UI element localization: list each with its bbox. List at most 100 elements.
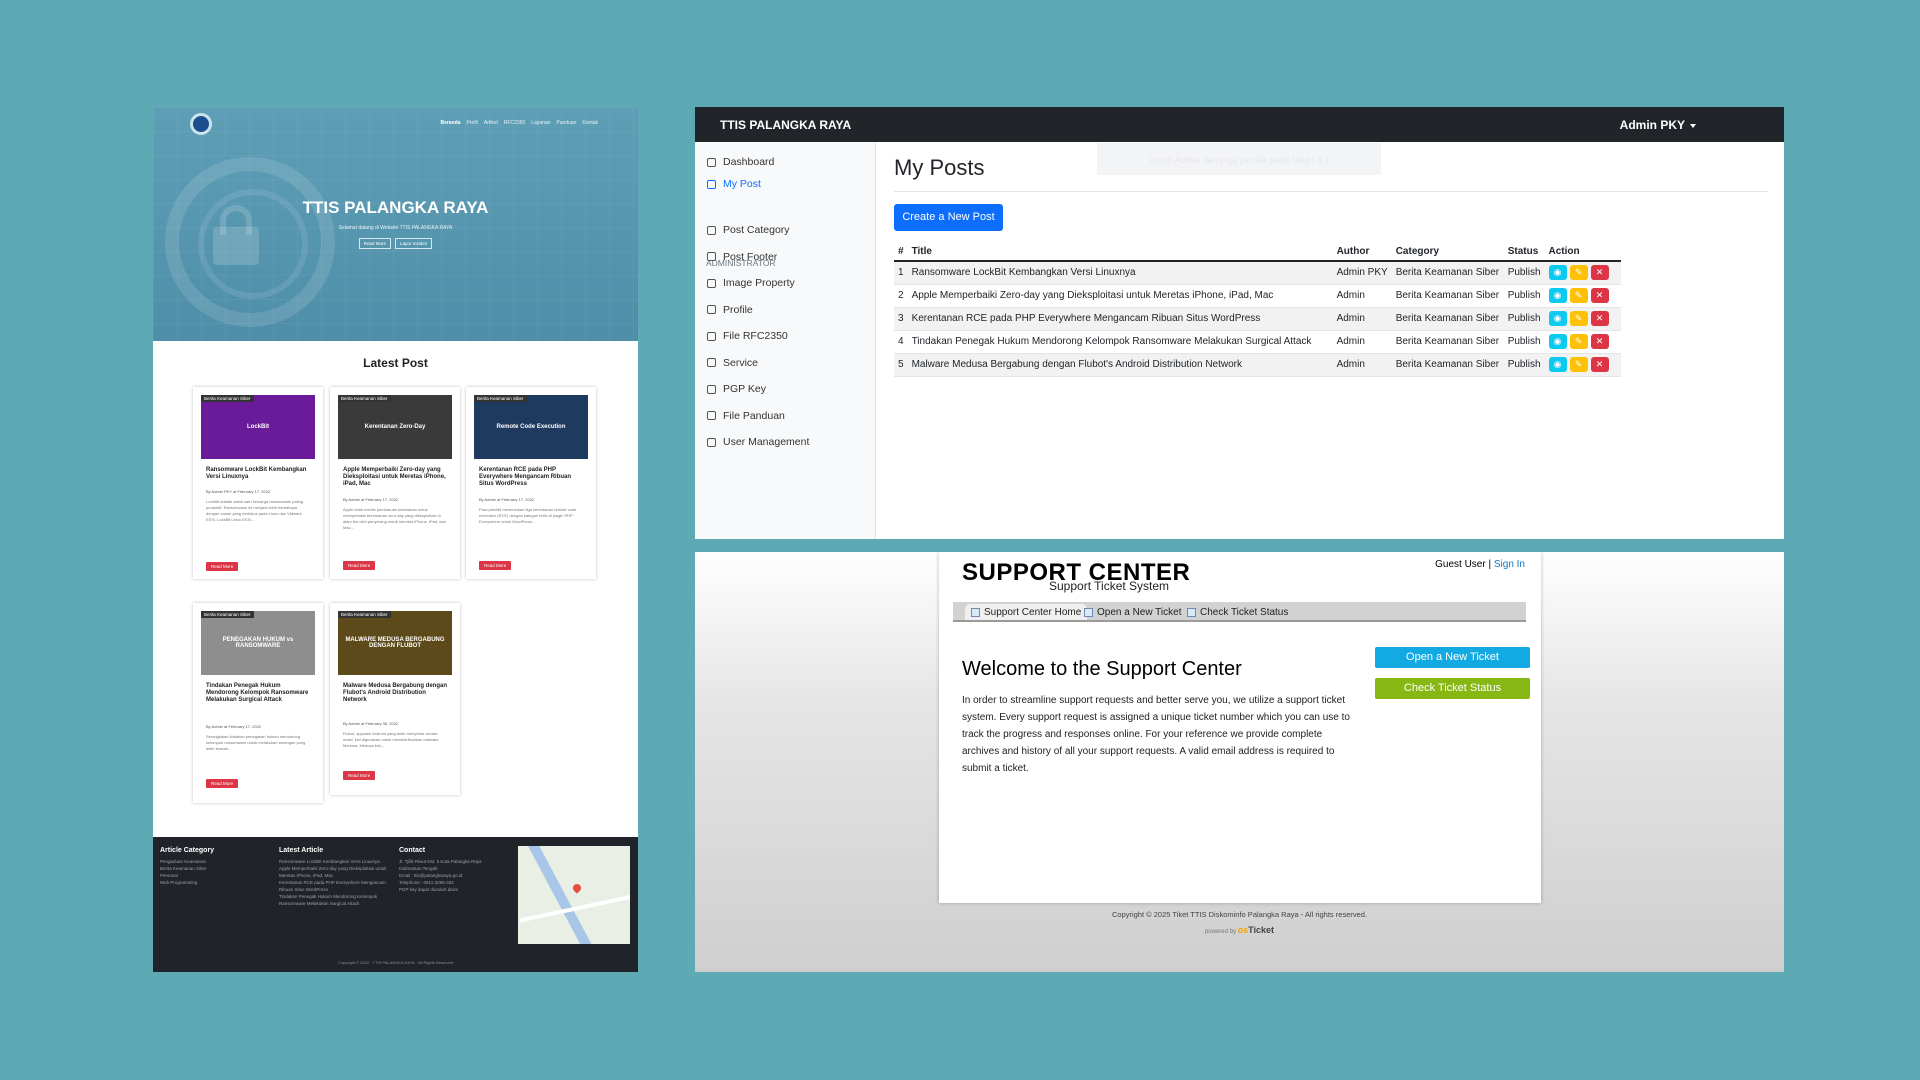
sidebar-item-label: PGP Key bbox=[723, 383, 766, 395]
site-nav-item[interactable]: Profil bbox=[466, 120, 477, 126]
footer-link[interactable]: Web Programming bbox=[160, 879, 270, 886]
view-eye-icon[interactable]: ◉ bbox=[1548, 265, 1567, 281]
author-cell: Admin bbox=[1332, 330, 1392, 354]
footer-link[interactable]: Personal bbox=[160, 872, 270, 879]
hero-read-more-button[interactable]: Read More bbox=[358, 238, 391, 249]
user-menu-dropdown[interactable]: Admin PKY bbox=[1620, 118, 1696, 132]
footer-link[interactable]: Tindakan Penegak Hukum Mendorong Kelompo… bbox=[279, 893, 391, 907]
view-eye-icon[interactable]: ◉ bbox=[1548, 288, 1567, 303]
grid-icon bbox=[707, 225, 716, 235]
post-title[interactable]: Kerentanan RCE pada PHP Everywhere Menga… bbox=[479, 467, 585, 488]
layout-icon bbox=[707, 252, 716, 261]
post-thumbnail[interactable]: MALWARE MEDUSA BERGABUNG DENGAN FLUBOT bbox=[338, 611, 452, 675]
category-cell: Berita Keamanan Siber bbox=[1391, 307, 1504, 331]
footer-link[interactable]: Kerentanan RCE pada PHP Everywhere Menga… bbox=[279, 879, 391, 893]
category-tag[interactable]: Berita Keamanan Siber bbox=[338, 395, 391, 402]
sidebar-item-file-rfc2350[interactable]: File RFC2350 bbox=[707, 330, 788, 342]
tab-support-home[interactable]: Support Center Home bbox=[965, 604, 1088, 620]
site-logo[interactable] bbox=[190, 113, 212, 135]
edit-pencil-icon[interactable]: ✎ bbox=[1569, 265, 1588, 281]
sidebar-item-image-property[interactable]: Image Property bbox=[707, 277, 795, 289]
post-thumbnail[interactable]: LockBit bbox=[201, 395, 315, 459]
post-title-cell: Apple Memperbaiki Zero-day yang Dieksplo… bbox=[907, 284, 1333, 308]
sidebar-item-label: Profile bbox=[723, 303, 753, 316]
sidebar-item-post-category[interactable]: Post Category bbox=[707, 224, 790, 236]
sidebar-item-pgp-key[interactable]: PGP Key bbox=[707, 383, 766, 395]
footer-link[interactable]: Ransomware LockBit Kembangkan Versi Linu… bbox=[279, 858, 391, 865]
post-title[interactable]: Ransomware LockBit Kembangkan Versi Linu… bbox=[206, 467, 312, 481]
delete-x-icon[interactable]: ✕ bbox=[1590, 334, 1609, 349]
sidebar-item-file-panduan[interactable]: File Panduan bbox=[707, 410, 785, 422]
read-more-button[interactable]: Read More bbox=[479, 561, 512, 570]
post-card[interactable]: PENEGAKAN HUKUM vs RANSOMWARE Berita Keam… bbox=[193, 603, 323, 803]
powered-by[interactable]: powered by osTicket bbox=[695, 925, 1784, 935]
category-tag[interactable]: Berita Keamanan Siber bbox=[201, 611, 254, 618]
site-nav-item[interactable]: RFC2350 bbox=[504, 120, 525, 126]
footer-col-items: Jl. Tjilik Riwut KM. 5 Kota Palangka Ray… bbox=[399, 858, 511, 893]
delete-x-icon[interactable]: ✕ bbox=[1590, 357, 1609, 372]
sidebar-item-my-post[interactable]: My Post bbox=[707, 178, 761, 190]
sidebar-item-profile[interactable]: Profile bbox=[707, 304, 753, 316]
edit-pencil-icon[interactable]: ✎ bbox=[1569, 288, 1588, 303]
post-thumbnail[interactable]: Remote Code Execution bbox=[474, 395, 588, 459]
check-ticket-status-button[interactable]: Check Ticket Status bbox=[1375, 678, 1530, 699]
view-eye-icon[interactable]: ◉ bbox=[1548, 311, 1567, 326]
create-new-post-button[interactable]: Create a New Post bbox=[894, 204, 1003, 231]
category-tag[interactable]: Berita Keamanan Siber bbox=[338, 611, 391, 618]
sidebar-item-user-management[interactable]: User Management bbox=[707, 436, 809, 448]
sidebar-item-dashboard[interactable]: Dashboard bbox=[707, 156, 774, 168]
hero-report-incident-button[interactable]: Lapor Insiden bbox=[394, 238, 433, 249]
author-cell: Admin bbox=[1332, 353, 1392, 377]
post-card[interactable]: Remote Code Execution Berita Keamanan Sib… bbox=[466, 387, 596, 579]
edit-pencil-icon[interactable]: ✎ bbox=[1569, 357, 1588, 372]
admin-brand[interactable]: TTIS PALANGKA RAYA bbox=[720, 118, 851, 132]
open-new-ticket-button[interactable]: Open a New Ticket bbox=[1375, 647, 1530, 668]
delete-x-icon[interactable]: ✕ bbox=[1590, 311, 1609, 326]
read-more-button[interactable]: Read More bbox=[343, 771, 376, 780]
delete-x-icon[interactable]: ✕ bbox=[1590, 288, 1609, 303]
book-icon bbox=[707, 411, 716, 420]
site-nav-item[interactable]: Kontak bbox=[582, 120, 598, 126]
sidebar-item-post-footer[interactable]: Post Footer bbox=[707, 251, 777, 263]
read-more-button[interactable]: Read More bbox=[343, 561, 376, 570]
sign-in-link[interactable]: Sign In bbox=[1494, 559, 1525, 570]
sidebar-item-label: My Post bbox=[723, 178, 761, 190]
powered-by-label: powered by bbox=[1204, 929, 1236, 935]
status-cell: Publish bbox=[1503, 307, 1545, 331]
post-title-cell: Ransomware LockBit Kembangkan Versi Linu… bbox=[907, 261, 1333, 285]
edit-pencil-icon[interactable]: ✎ bbox=[1569, 334, 1588, 349]
footer-map[interactable] bbox=[518, 846, 630, 944]
column-header: # bbox=[894, 243, 908, 262]
footer-link[interactable]: Berita Keamanan Siber bbox=[160, 865, 270, 872]
post-title[interactable]: Malware Medusa Bergabung dengan Flubot's… bbox=[343, 683, 449, 704]
category-tag[interactable]: Berita Keamanan Siber bbox=[201, 395, 254, 402]
tab-check-status[interactable]: Check Ticket Status bbox=[1181, 604, 1294, 620]
read-more-button[interactable]: Read More bbox=[206, 779, 239, 788]
post-thumbnail[interactable]: PENEGAKAN HUKUM vs RANSOMWARE bbox=[201, 611, 315, 675]
post-card[interactable]: MALWARE MEDUSA BERGABUNG DENGAN FLUBOT Be… bbox=[330, 603, 460, 795]
table-row: 2 Apple Memperbaiki Zero-day yang Diekspl… bbox=[894, 284, 1621, 308]
post-thumbnail[interactable]: Kerentanan Zero-Day bbox=[338, 395, 452, 459]
footer-link[interactable]: Pengaduan Keamanan bbox=[160, 858, 270, 865]
view-eye-icon[interactable]: ◉ bbox=[1548, 357, 1567, 372]
edit-pencil-icon[interactable]: ✎ bbox=[1569, 311, 1588, 326]
hero-buttons: Read More Lapor Insiden bbox=[153, 238, 638, 249]
tab-open-ticket[interactable]: Open a New Ticket bbox=[1078, 604, 1187, 620]
site-nav-item[interactable]: Artikel bbox=[484, 120, 498, 126]
category-tag[interactable]: Berita Keamanan Siber bbox=[474, 395, 527, 402]
footer-col-title: Contact bbox=[399, 847, 426, 854]
post-excerpt: Apple telah merilis pembaruan keamanan u… bbox=[343, 507, 446, 530]
view-eye-icon[interactable]: ◉ bbox=[1548, 334, 1567, 349]
post-card[interactable]: LockBit Berita Keamanan Siber Ransomware L… bbox=[193, 387, 323, 579]
site-nav-item[interactable]: Beranda bbox=[440, 120, 460, 126]
delete-x-icon[interactable]: ✕ bbox=[1590, 265, 1609, 281]
post-title[interactable]: Tindakan Penegak Hukum Mendorong Kelompo… bbox=[206, 683, 312, 704]
read-more-button[interactable]: Read More bbox=[206, 562, 239, 571]
sidebar-item-service[interactable]: Service bbox=[707, 357, 758, 369]
post-card[interactable]: Kerentanan Zero-Day Berita Keamanan Siber… bbox=[330, 387, 460, 579]
site-nav-item[interactable]: Panduan bbox=[556, 120, 576, 126]
post-title[interactable]: Apple Memperbaiki Zero-day yang Dieksplo… bbox=[343, 467, 449, 488]
site-nav-item[interactable]: Layanan bbox=[531, 120, 550, 126]
post-title-cell: Malware Medusa Bergabung dengan Flubot's… bbox=[907, 353, 1333, 377]
footer-link[interactable]: Apple Memperbaiki Zero-day yang Dieksplo… bbox=[279, 865, 391, 879]
